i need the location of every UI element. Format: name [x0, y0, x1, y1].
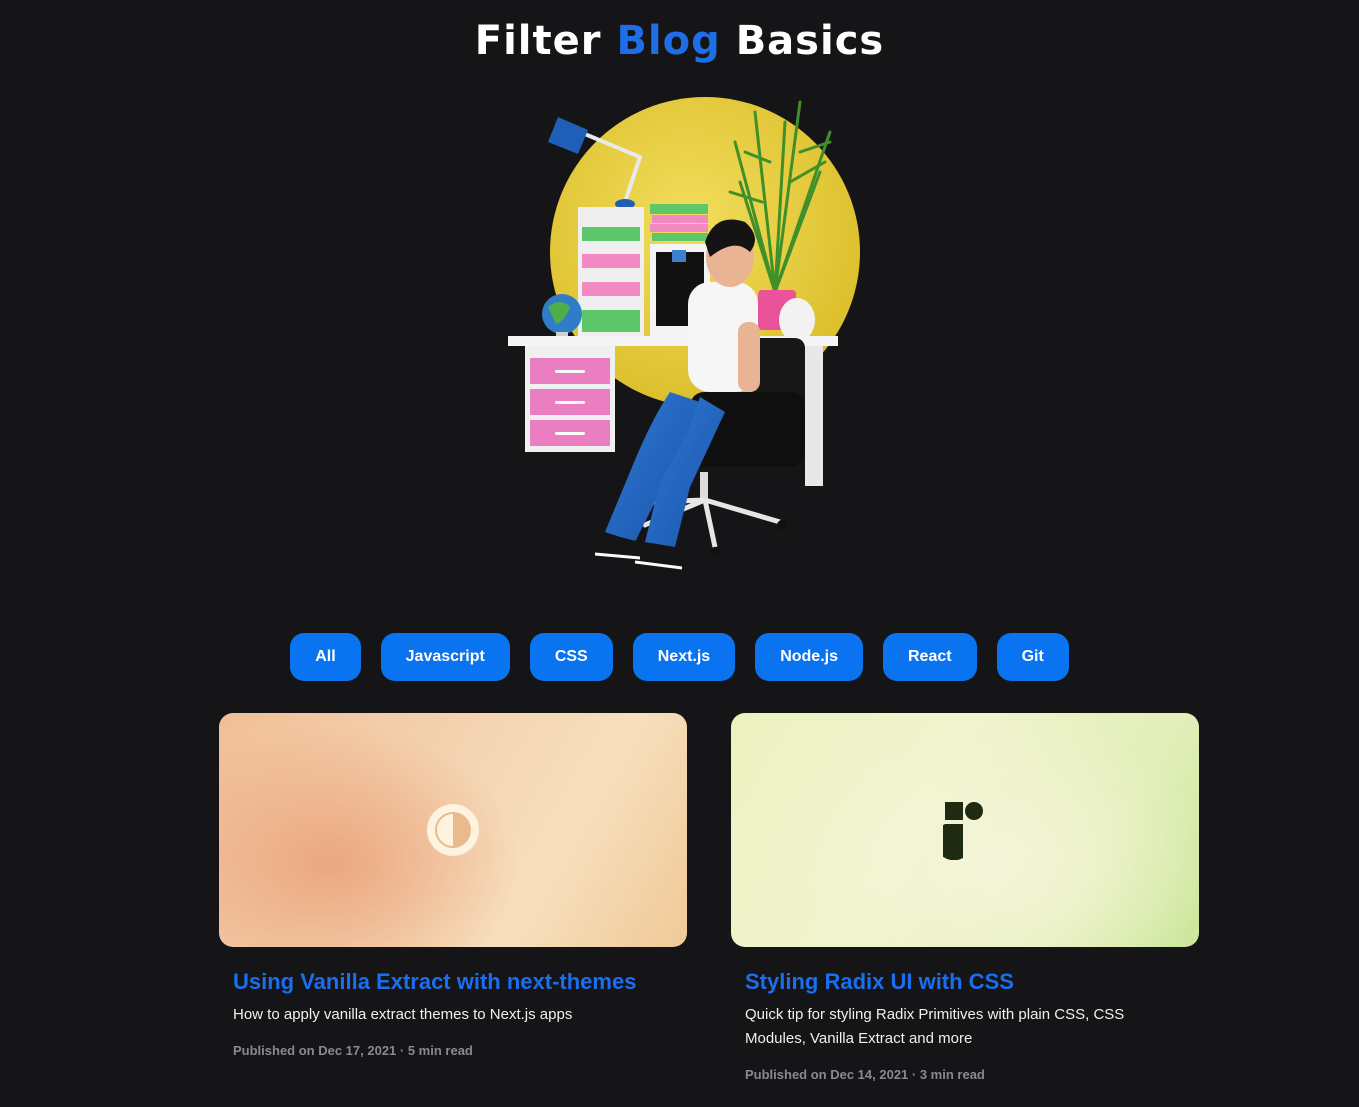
post-title-link[interactable]: Using Vanilla Extract with next-themes	[233, 969, 673, 995]
title-accent: Blog	[616, 18, 721, 64]
filter-nodejs-button[interactable]: Node.js	[755, 633, 863, 681]
post-meta: Published on Dec 17, 2021 · 5 min read	[233, 1043, 473, 1058]
post-cover-image[interactable]	[731, 713, 1199, 947]
title-part-1: Filter	[474, 18, 602, 64]
post-card[interactable]: Styling Radix UI with CSS Quick tip for …	[731, 713, 1199, 1082]
filter-git-button[interactable]: Git	[996, 633, 1069, 681]
post-cover-image[interactable]	[219, 713, 687, 947]
half-circle-theme-icon	[427, 804, 479, 856]
radix-logo-icon	[943, 802, 983, 860]
filter-react-button[interactable]: React	[883, 633, 977, 681]
post-card[interactable]: Using Vanilla Extract with next-themes H…	[219, 713, 687, 1058]
post-meta: Published on Dec 14, 2021 · 3 min read	[745, 1067, 985, 1082]
filter-javascript-button[interactable]: Javascript	[380, 633, 510, 681]
post-description: How to apply vanilla extract themes to N…	[233, 1006, 573, 1023]
post-title-link[interactable]: Styling Radix UI with CSS	[745, 969, 1185, 995]
filter-nextjs-button[interactable]: Next.js	[632, 633, 736, 681]
page-title: Filter Blog Basics	[0, 18, 1359, 64]
person-at-desk-illustration	[508, 97, 860, 570]
post-description: Quick tip for styling Radix Primitives w…	[745, 1006, 1125, 1047]
title-part-2: Basics	[735, 18, 885, 64]
filter-css-button[interactable]: CSS	[529, 633, 613, 681]
filter-all-button[interactable]: All	[290, 633, 361, 681]
category-filter-bar: All Javascript CSS Next.js Node.js React…	[0, 633, 1359, 681]
hero-illustration	[500, 92, 910, 588]
